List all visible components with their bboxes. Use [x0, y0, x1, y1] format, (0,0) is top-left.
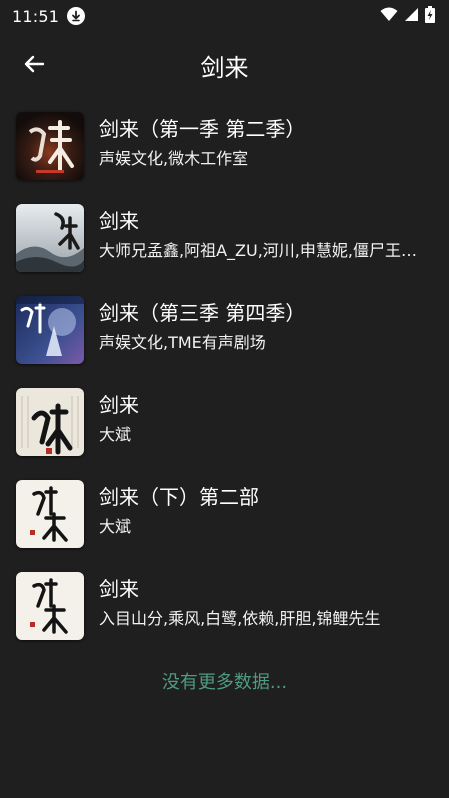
result-list: 剑来（第一季 第二季） 声娱文化,微木工作室 剑来 大师兄孟鑫,阿祖A_ZU,河… [0, 100, 449, 652]
item-artist: 声娱文化,微木工作室 [99, 149, 249, 168]
item-artist: 入目山分,乘风,白鹭,依赖,肝胆,锦鲤先生 [99, 609, 381, 628]
cover-art-5 [16, 480, 84, 548]
item-title: 剑来（第一季 第二季） [99, 117, 306, 141]
battery-charging-icon [425, 5, 435, 27]
cover-art-2 [16, 204, 84, 272]
wifi-icon [380, 7, 398, 26]
cover-art-3 [16, 296, 84, 364]
status-bar: 11:51 [0, 0, 449, 32]
list-item[interactable]: 剑来 大师兄孟鑫,阿祖A_ZU,河川,申慧妮,僵尸王Ace,小九 [0, 192, 449, 284]
item-title: 剑来 [99, 209, 139, 233]
cover-art-1 [16, 112, 84, 180]
list-item[interactable]: 剑来（第三季 第四季） 声娱文化,TME有声剧场 [0, 284, 449, 376]
item-artist: 大斌 [99, 517, 132, 536]
page-title: 剑来 [200, 54, 249, 82]
item-artist: 大斌 [99, 425, 132, 444]
list-item[interactable]: 剑来 大斌 [0, 376, 449, 468]
cover-art-4 [16, 388, 84, 456]
status-icons [380, 5, 435, 27]
list-item[interactable]: 剑来（下）第二部 大斌 [0, 468, 449, 560]
item-artist: 声娱文化,TME有声剧场 [99, 333, 266, 352]
list-item[interactable]: 剑来（第一季 第二季） 声娱文化,微木工作室 [0, 100, 449, 192]
status-time: 11:51 [12, 6, 60, 26]
item-title: 剑来 [99, 577, 139, 601]
screen: 11:51 剑来 剑来（第一季 第二季） 声娱文化,微木工作室 剑来 大师兄孟鑫… [0, 0, 449, 798]
signal-icon [404, 7, 419, 26]
cover-art-6 [16, 572, 84, 640]
list-item[interactable]: 剑来 入目山分,乘风,白鹭,依赖,肝胆,锦鲤先生 [0, 560, 449, 652]
download-icon [67, 7, 86, 25]
item-title: 剑来 [99, 393, 139, 417]
no-more-data-text: 没有更多数据... [161, 672, 288, 693]
item-title: 剑来（第三季 第四季） [99, 301, 306, 325]
item-title: 剑来（下）第二部 [99, 485, 259, 509]
item-artist: 大师兄孟鑫,阿祖A_ZU,河川,申慧妮,僵尸王Ace,小九 [99, 241, 425, 260]
app-bar: 剑来 [0, 36, 449, 94]
